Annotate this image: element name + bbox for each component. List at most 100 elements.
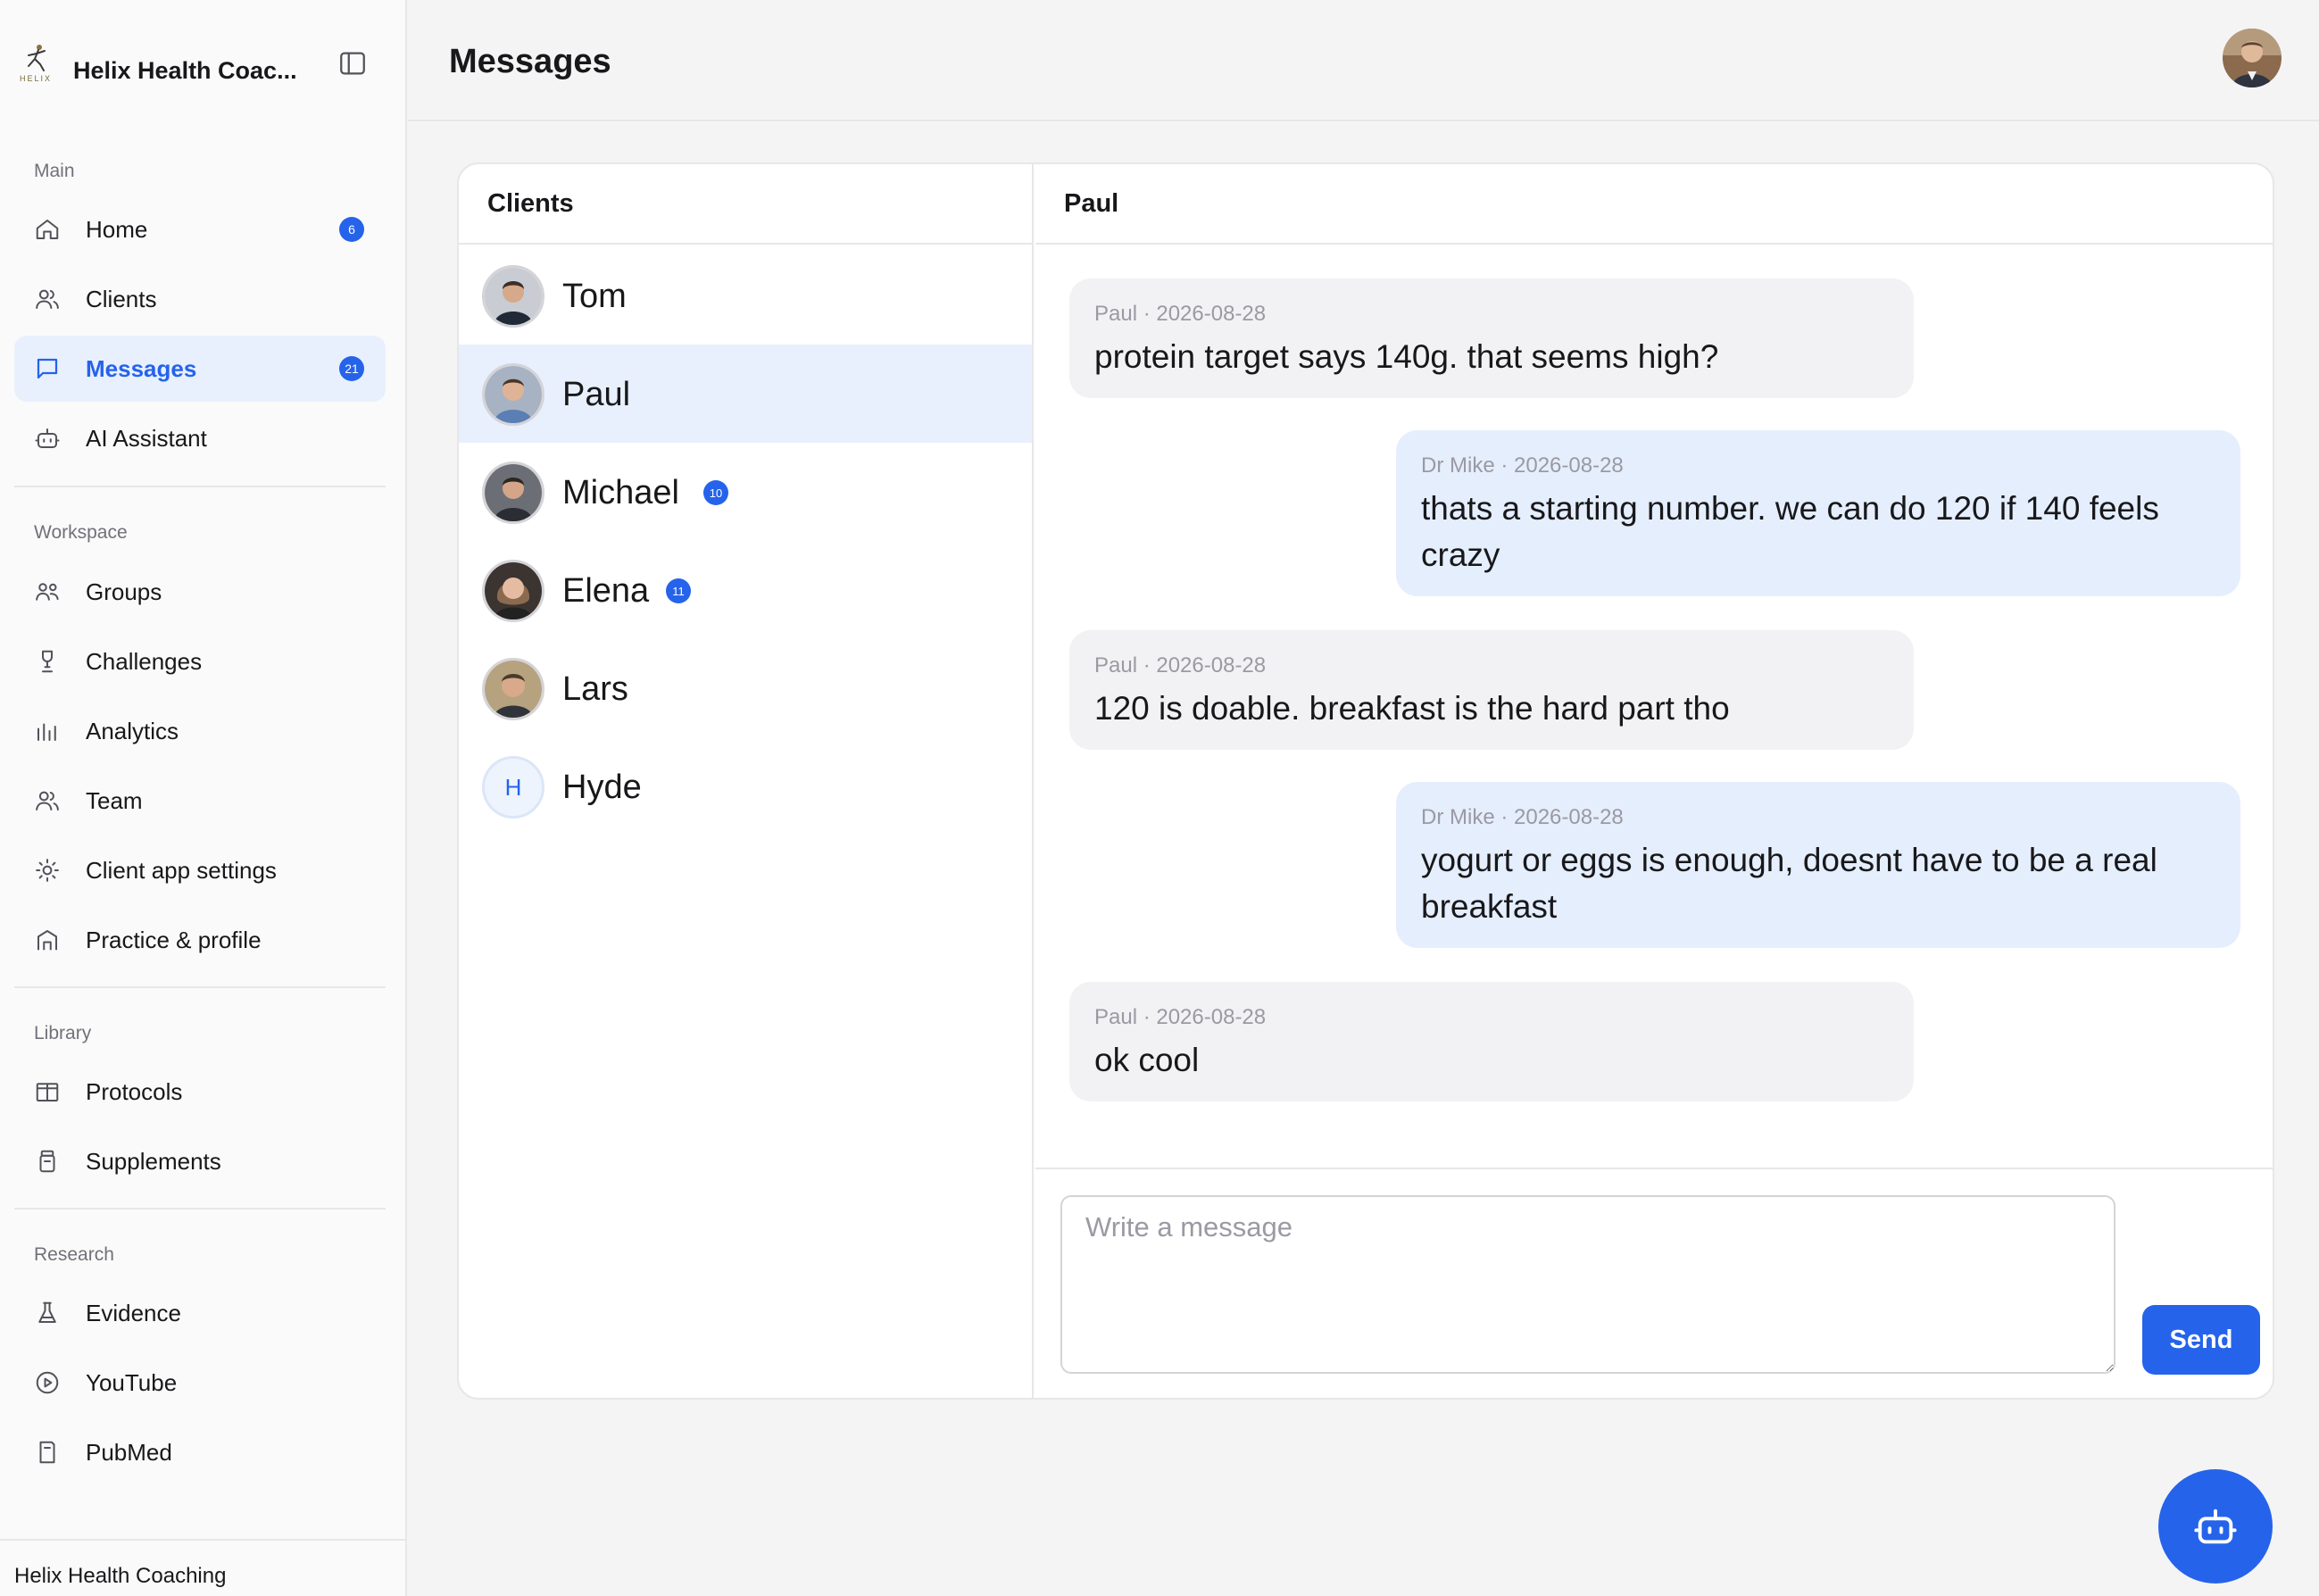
sidebar-item-label: Clients — [86, 285, 157, 312]
composer-divider — [1035, 1168, 2273, 1169]
groups-icon — [34, 578, 61, 605]
avatar — [482, 461, 544, 524]
unread-badge: 11 — [666, 578, 691, 603]
client-item-michael[interactable]: Michael 10 — [459, 443, 1032, 541]
app-name: Helix Health Coac... — [73, 57, 297, 84]
message-text: yogurt or eggs is enough, doesnt have to… — [1421, 842, 2157, 925]
clients-panel-title: Clients — [459, 164, 1034, 245]
avatar — [482, 363, 544, 426]
client-name: Elena — [562, 572, 650, 610]
sidebar-item-label: Groups — [86, 578, 162, 605]
sidebar-divider — [14, 986, 386, 988]
client-name: Michael — [562, 474, 679, 511]
sidebar-item-label: Protocols — [86, 1077, 183, 1105]
sidebar-item-label: Client app settings — [86, 856, 277, 884]
sidebar-item-label: Challenges — [86, 647, 203, 675]
client-name: Tom — [562, 278, 627, 315]
message-text: 120 is doable. breakfast is the hard par… — [1094, 690, 1730, 727]
message-bubble-outgoing: Dr Mike · 2026-08-28 yogurt or eggs is e… — [1396, 782, 2240, 948]
conversation-panel: Paul Paul · 2026-08-28 protein target sa… — [1035, 164, 2273, 1398]
pill-bottle-icon — [34, 1148, 61, 1175]
document-icon — [34, 1439, 61, 1466]
avatar — [482, 560, 544, 622]
message-bubble-outgoing: Dr Mike · 2026-08-28 thats a starting nu… — [1396, 430, 2240, 596]
client-name: Paul — [562, 376, 631, 413]
sidebar-item-evidence[interactable]: Evidence — [14, 1280, 386, 1346]
sidebar-footer-org-name[interactable]: Helix Health Coaching — [14, 1564, 226, 1589]
section-label-workspace: Workspace — [34, 522, 128, 543]
app-root: HELIX Helix Health Coac... Main Home 6 C… — [0, 0, 2319, 1596]
sidebar-item-clients[interactable]: Clients — [14, 266, 386, 332]
unread-badge: 10 — [703, 480, 728, 505]
message-input[interactable] — [1060, 1195, 2115, 1374]
sidebar-item-analytics[interactable]: Analytics — [14, 698, 386, 764]
sidebar-item-protocols[interactable]: Protocols — [14, 1059, 386, 1125]
sidebar-item-label: YouTube — [86, 1368, 178, 1396]
sidebar-item-groups[interactable]: Groups — [14, 559, 386, 625]
bar-chart-icon — [34, 718, 61, 744]
sidebar-item-ai-assistant[interactable]: AI Assistant — [14, 405, 386, 471]
sidebar-item-label: Supplements — [86, 1147, 221, 1175]
message-square-icon — [34, 355, 61, 382]
ai-assistant-fab[interactable] — [2158, 1469, 2273, 1584]
sidebar-header: HELIX Helix Health Coac... — [0, 0, 407, 121]
section-label-research: Research — [34, 1244, 114, 1265]
sidebar-item-pubmed[interactable]: PubMed — [14, 1419, 386, 1485]
bot-icon — [2194, 1509, 2237, 1544]
conversation-title: Paul — [1035, 164, 2273, 245]
app-logo[interactable]: HELIX — [11, 37, 61, 87]
building-icon — [34, 927, 61, 953]
avatar — [482, 265, 544, 328]
avatar — [482, 658, 544, 720]
page-title: Messages — [449, 43, 611, 80]
sidebar-item-label: Team — [86, 786, 143, 814]
sidebar-item-home[interactable]: Home 6 — [14, 196, 386, 262]
sun-settings-icon — [34, 857, 61, 884]
sidebar-item-challenges[interactable]: Challenges — [14, 628, 386, 694]
sidebar-toggle-icon[interactable] — [337, 48, 368, 79]
logo-figure-icon — [28, 44, 46, 71]
top-bar: Messages — [408, 0, 2319, 121]
sidebar-item-label: Evidence — [86, 1299, 181, 1326]
sidebar-item-practice-profile[interactable]: Practice & profile — [14, 907, 386, 973]
message-meta: Paul · 2026-08-28 — [1094, 653, 1267, 677]
client-item-lars[interactable]: Lars — [459, 639, 1032, 737]
sidebar-item-supplements[interactable]: Supplements — [14, 1128, 386, 1194]
team-icon — [34, 787, 61, 814]
section-label-main: Main — [34, 161, 75, 181]
client-item-paul[interactable]: Paul — [459, 345, 1032, 443]
sidebar-item-youtube[interactable]: YouTube — [14, 1350, 386, 1416]
message-meta: Paul · 2026-08-28 — [1094, 302, 1267, 326]
messages-card: Clients Tom Paul Michael 10 Elena 11 Lar… — [457, 162, 2274, 1400]
send-button[interactable]: Send — [2142, 1305, 2260, 1375]
sidebar-item-messages[interactable]: Messages 21 — [14, 336, 386, 402]
sidebar-item-team[interactable]: Team — [14, 768, 386, 834]
logo-text: HELIX — [19, 73, 52, 83]
play-circle-icon — [34, 1369, 61, 1396]
message-bubble-incoming: Paul · 2026-08-28 ok cool — [1069, 982, 1914, 1101]
client-item-hyde[interactable]: H Hyde — [459, 737, 1032, 835]
sidebar-item-label: Practice & profile — [86, 926, 262, 953]
sidebar-item-client-app-settings[interactable]: Client app settings — [14, 837, 386, 903]
avatar-initial: H — [482, 756, 544, 819]
sidebar: HELIX Helix Health Coac... Main Home 6 C… — [0, 0, 407, 1596]
sidebar-item-label: PubMed — [86, 1438, 172, 1466]
client-item-elena[interactable]: Elena 11 — [459, 541, 1032, 639]
message-text: ok cool — [1094, 1042, 1200, 1078]
sidebar-item-label: Home — [86, 215, 148, 243]
users-icon — [34, 286, 61, 312]
message-text: protein target says 140g. that seems hig… — [1094, 338, 1719, 375]
notification-badge: 21 — [339, 356, 364, 381]
client-name: Hyde — [562, 769, 642, 806]
user-avatar[interactable] — [2223, 29, 2282, 87]
sidebar-divider — [14, 486, 386, 487]
message-meta: Dr Mike · 2026-08-28 — [1421, 453, 1624, 478]
flask-icon — [34, 1300, 61, 1326]
client-item-tom[interactable]: Tom — [459, 246, 1032, 345]
trophy-icon — [34, 648, 61, 675]
sidebar-item-label: AI Assistant — [86, 424, 207, 452]
sidebar-item-label: Messages — [86, 354, 197, 382]
message-text: thats a starting number. we can do 120 i… — [1421, 490, 2159, 573]
notification-badge: 6 — [339, 217, 364, 242]
sidebar-footer-divider — [0, 1539, 407, 1541]
